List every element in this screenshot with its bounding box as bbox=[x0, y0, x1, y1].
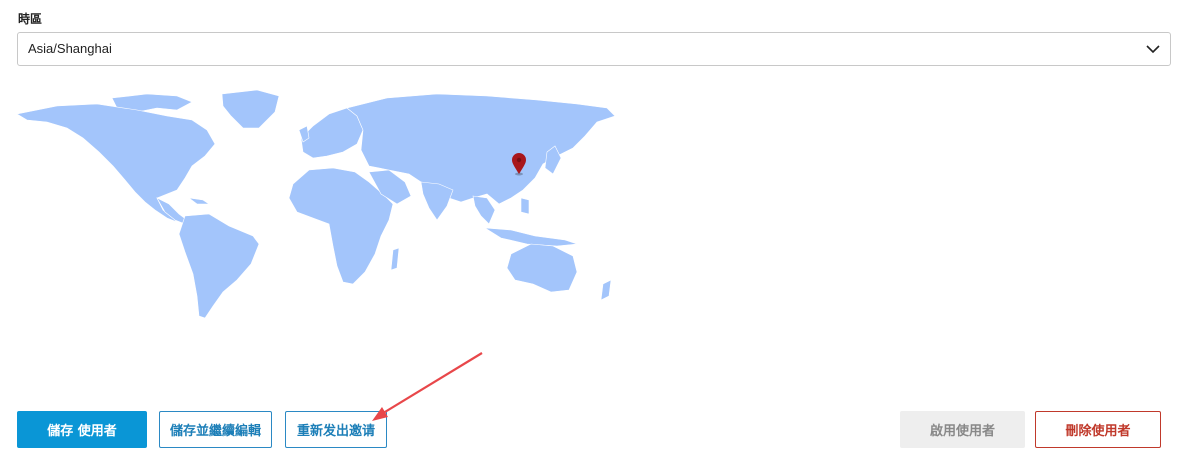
southeast-asia-landmass bbox=[472, 195, 496, 225]
greenland-landmass bbox=[221, 89, 280, 129]
south-america-landmass bbox=[178, 213, 260, 319]
save-and-continue-button[interactable]: 儲存並繼續編輯 bbox=[159, 411, 272, 448]
delete-user-button[interactable]: 刪除使用者 bbox=[1035, 411, 1161, 448]
madagascar-landmass bbox=[390, 247, 400, 271]
europe-landmass bbox=[300, 107, 364, 159]
chevron-down-icon bbox=[1146, 45, 1160, 54]
enable-user-button[interactable]: 啟用使用者 bbox=[900, 411, 1025, 448]
world-map[interactable] bbox=[17, 86, 617, 322]
save-user-button[interactable]: 儲存 使用者 bbox=[17, 411, 147, 448]
timezone-select[interactable]: Asia/Shanghai bbox=[17, 32, 1171, 66]
new-zealand-landmass bbox=[600, 279, 612, 301]
caribbean-islands bbox=[188, 197, 210, 205]
indonesia-islands bbox=[484, 227, 578, 247]
timezone-label: 時區 bbox=[18, 12, 43, 26]
india-landmass bbox=[420, 181, 454, 221]
north-america-landmass bbox=[17, 103, 216, 223]
australia-landmass bbox=[506, 243, 578, 293]
annotation-arrow bbox=[372, 352, 483, 421]
timezone-select-value: Asia/Shanghai bbox=[28, 41, 112, 56]
philippines-islands bbox=[520, 197, 530, 215]
